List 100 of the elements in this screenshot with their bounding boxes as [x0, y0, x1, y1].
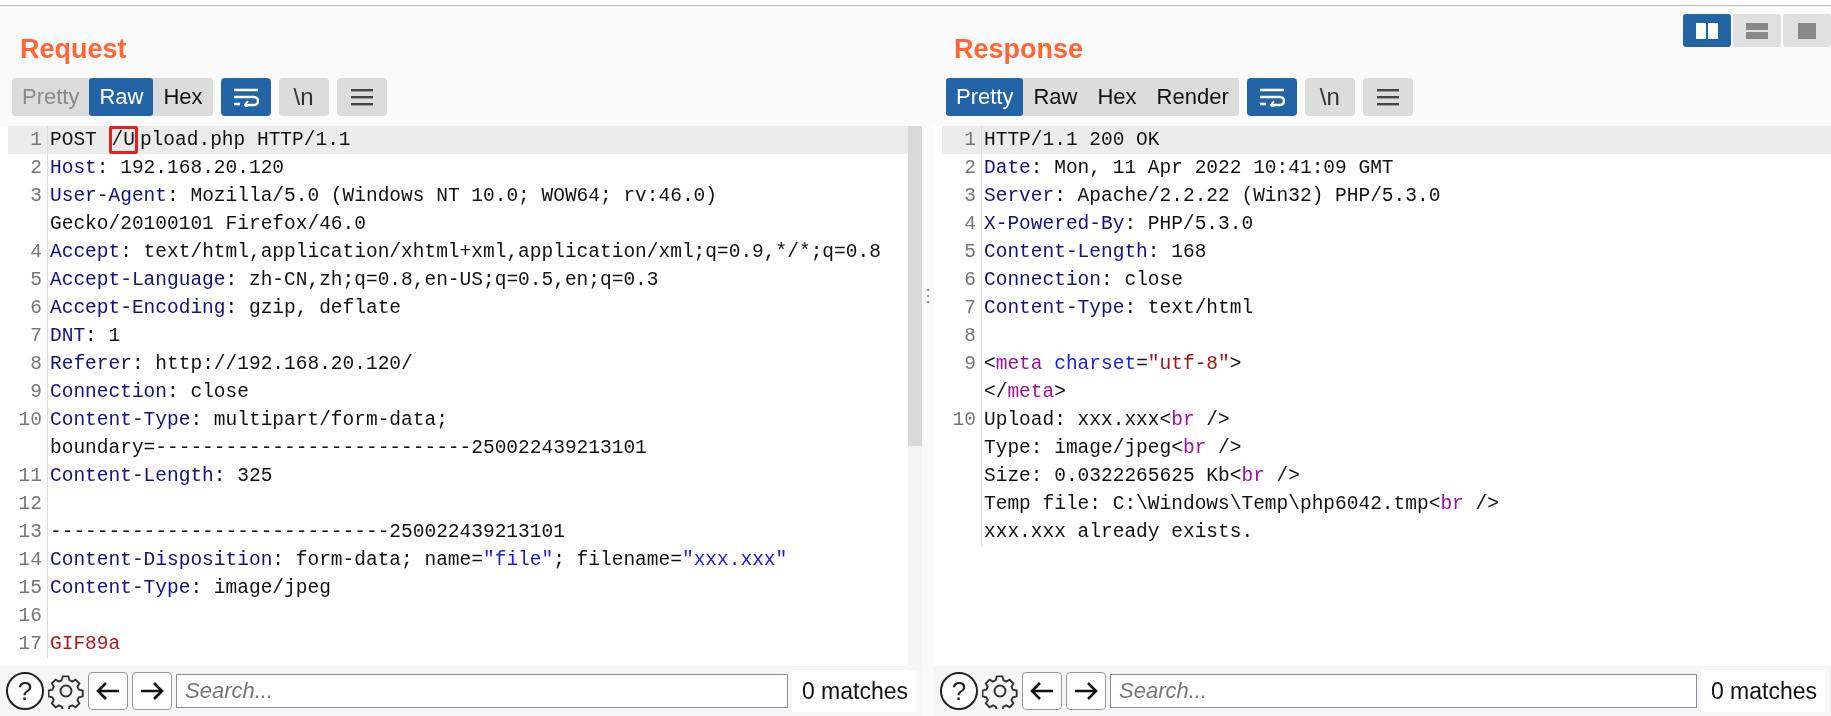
single-view-icon: [1798, 22, 1816, 39]
line-number: 13: [17, 520, 43, 545]
search-field[interactable]: Search...: [1110, 674, 1697, 708]
line-number: 11: [17, 464, 43, 489]
code-line: xxx.xxx already exists.: [984, 520, 1255, 545]
layout-button[interactable]: [1733, 14, 1781, 47]
line-number: 7: [963, 296, 977, 321]
line-number: 5: [29, 268, 43, 293]
code-line: Type: image/jpeg<br />: [984, 436, 1243, 461]
line-number: 3: [963, 184, 977, 209]
stacked-view-icon: [1746, 22, 1768, 39]
line-number: 12: [17, 492, 43, 517]
code-line: Accept: text/html,application/xhtml+xml,application/xml;q=0.9,*/*;q=0.8: [50, 240, 882, 265]
split-view-icon: [1696, 22, 1718, 39]
line-number: 4: [963, 212, 977, 237]
line-number: 2: [963, 156, 977, 181]
code-line: User-Agent: Mozilla/5.0 (Windows NT 10.0; WOW64; rv:46.0): [50, 184, 719, 209]
code-line: Gecko/20100101 Firefox/46.0: [50, 212, 367, 237]
code-line: Server: Apache/2.2.22 (Win32) PHP/5.3.0: [984, 184, 1442, 209]
line-number: 14: [17, 548, 43, 573]
layout-button[interactable]: [1783, 14, 1831, 47]
code-line: DNT: 1: [50, 324, 122, 349]
wrap-icon: [1258, 87, 1285, 107]
menu-button[interactable]: [336, 78, 387, 116]
code-line: boundary=---------------------------250022439213101: [50, 436, 648, 461]
line-number: 10: [17, 408, 43, 433]
code-line: X-Powered-By: PHP/5.3.0: [984, 212, 1255, 237]
code-text: pload.php HTTP/1.1: [139, 129, 351, 151]
line-number: 4: [29, 240, 43, 265]
help-button[interactable]: ?: [6, 672, 44, 710]
left-arrow-icon: [95, 681, 121, 701]
view-tab[interactable]: Raw: [89, 78, 154, 116]
code-line: Temp file: C:\Windows\Temp\php6042.tmp<br />: [984, 492, 1500, 517]
settings-icon[interactable]: [48, 673, 84, 709]
scrollbar[interactable]: [908, 126, 922, 666]
view-tab[interactable]: Pretty: [946, 78, 1024, 116]
view-tab[interactable]: Render: [1146, 78, 1239, 116]
code-text: POST: [50, 129, 98, 151]
panel-title: Response: [954, 34, 1084, 65]
forward-button[interactable]: [132, 672, 172, 710]
back-button[interactable]: [88, 672, 128, 710]
line-number: 16: [17, 604, 43, 629]
search-field[interactable]: Search...: [176, 674, 788, 708]
code-line: Content-Type: image/jpeg: [50, 576, 332, 601]
code-line: Content-Type: multipart/form-data;: [50, 408, 449, 433]
wrap-lines-button[interactable]: [1246, 78, 1297, 116]
wrap-lines-button[interactable]: [220, 78, 271, 116]
line-number: 3: [29, 184, 43, 209]
code-line: Date: Mon, 11 Apr 2022 10:41:09 GMT: [984, 156, 1395, 181]
annotation-box: /U: [108, 126, 138, 154]
line-number: 6: [963, 268, 977, 293]
line-number: 8: [963, 324, 977, 349]
view-tab[interactable]: Hex: [153, 78, 213, 116]
code-line: -----------------------------250022439213101: [50, 520, 566, 545]
code-line: Accept-Language: zh-CN,zh;q=0.8,en-US;q=0.5,en;q=0.3: [50, 268, 660, 293]
line-number: 10: [951, 408, 977, 433]
line-number: 2: [29, 156, 43, 181]
left-arrow-icon: [1029, 681, 1055, 701]
code-line: Content-Type: text/html: [984, 296, 1255, 321]
code-line: Connection: close: [984, 268, 1184, 293]
code-line: Referer: http://192.168.20.120/: [50, 352, 414, 377]
back-button[interactable]: [1022, 672, 1062, 710]
panel-title: Request: [20, 34, 127, 65]
code-line: Content-Disposition: form-data; name="file"; filename="xxx.xxx": [50, 548, 789, 573]
view-tab[interactable]: Hex: [1087, 78, 1147, 116]
line-number: 9: [29, 380, 43, 405]
view-tab[interactable]: Raw: [1023, 78, 1088, 116]
code-line: Accept-Encoding: gzip, deflate: [50, 296, 403, 321]
line-number: 9: [963, 352, 977, 377]
line-number: 1: [963, 128, 977, 153]
line-number: 17: [17, 632, 43, 657]
line-number: 15: [17, 576, 43, 601]
code-line: <meta charset="utf-8">: [984, 352, 1243, 377]
newline-button[interactable]: \n: [1304, 78, 1355, 116]
scrollbar-thumb[interactable]: [908, 126, 922, 446]
menu-icon: [1376, 88, 1399, 106]
line-number: 1: [29, 128, 43, 153]
code-line: Size: 0.0322265625 Kb<br />: [984, 464, 1301, 489]
match-count: 0 matches: [791, 670, 916, 712]
code-line: Host: 192.168.20.120: [50, 156, 286, 181]
layout-button[interactable]: [1683, 14, 1731, 47]
forward-button[interactable]: [1066, 672, 1106, 710]
right-arrow-icon: [139, 681, 165, 701]
code-line: GIF89a: [50, 632, 122, 657]
code-line: Connection: close: [50, 380, 250, 405]
line-number: 8: [29, 352, 43, 377]
code-line: HTTP/1.1 200 OK: [984, 128, 1161, 153]
splitter-handle[interactable]: [926, 288, 930, 304]
code-line: </meta>: [984, 380, 1067, 405]
code-line: Upload: xxx.xxx<br />: [984, 408, 1231, 433]
wrap-icon: [232, 87, 259, 107]
code-line: Content-Length: 168: [984, 240, 1208, 265]
menu-icon: [350, 88, 373, 106]
line-number: 7: [29, 324, 43, 349]
newline-button[interactable]: \n: [278, 78, 329, 116]
line-number: 5: [963, 240, 977, 265]
code-line: Content-Length: 325: [50, 464, 274, 489]
settings-icon[interactable]: [982, 673, 1018, 709]
help-button[interactable]: ?: [940, 672, 978, 710]
menu-button[interactable]: [1362, 78, 1413, 116]
